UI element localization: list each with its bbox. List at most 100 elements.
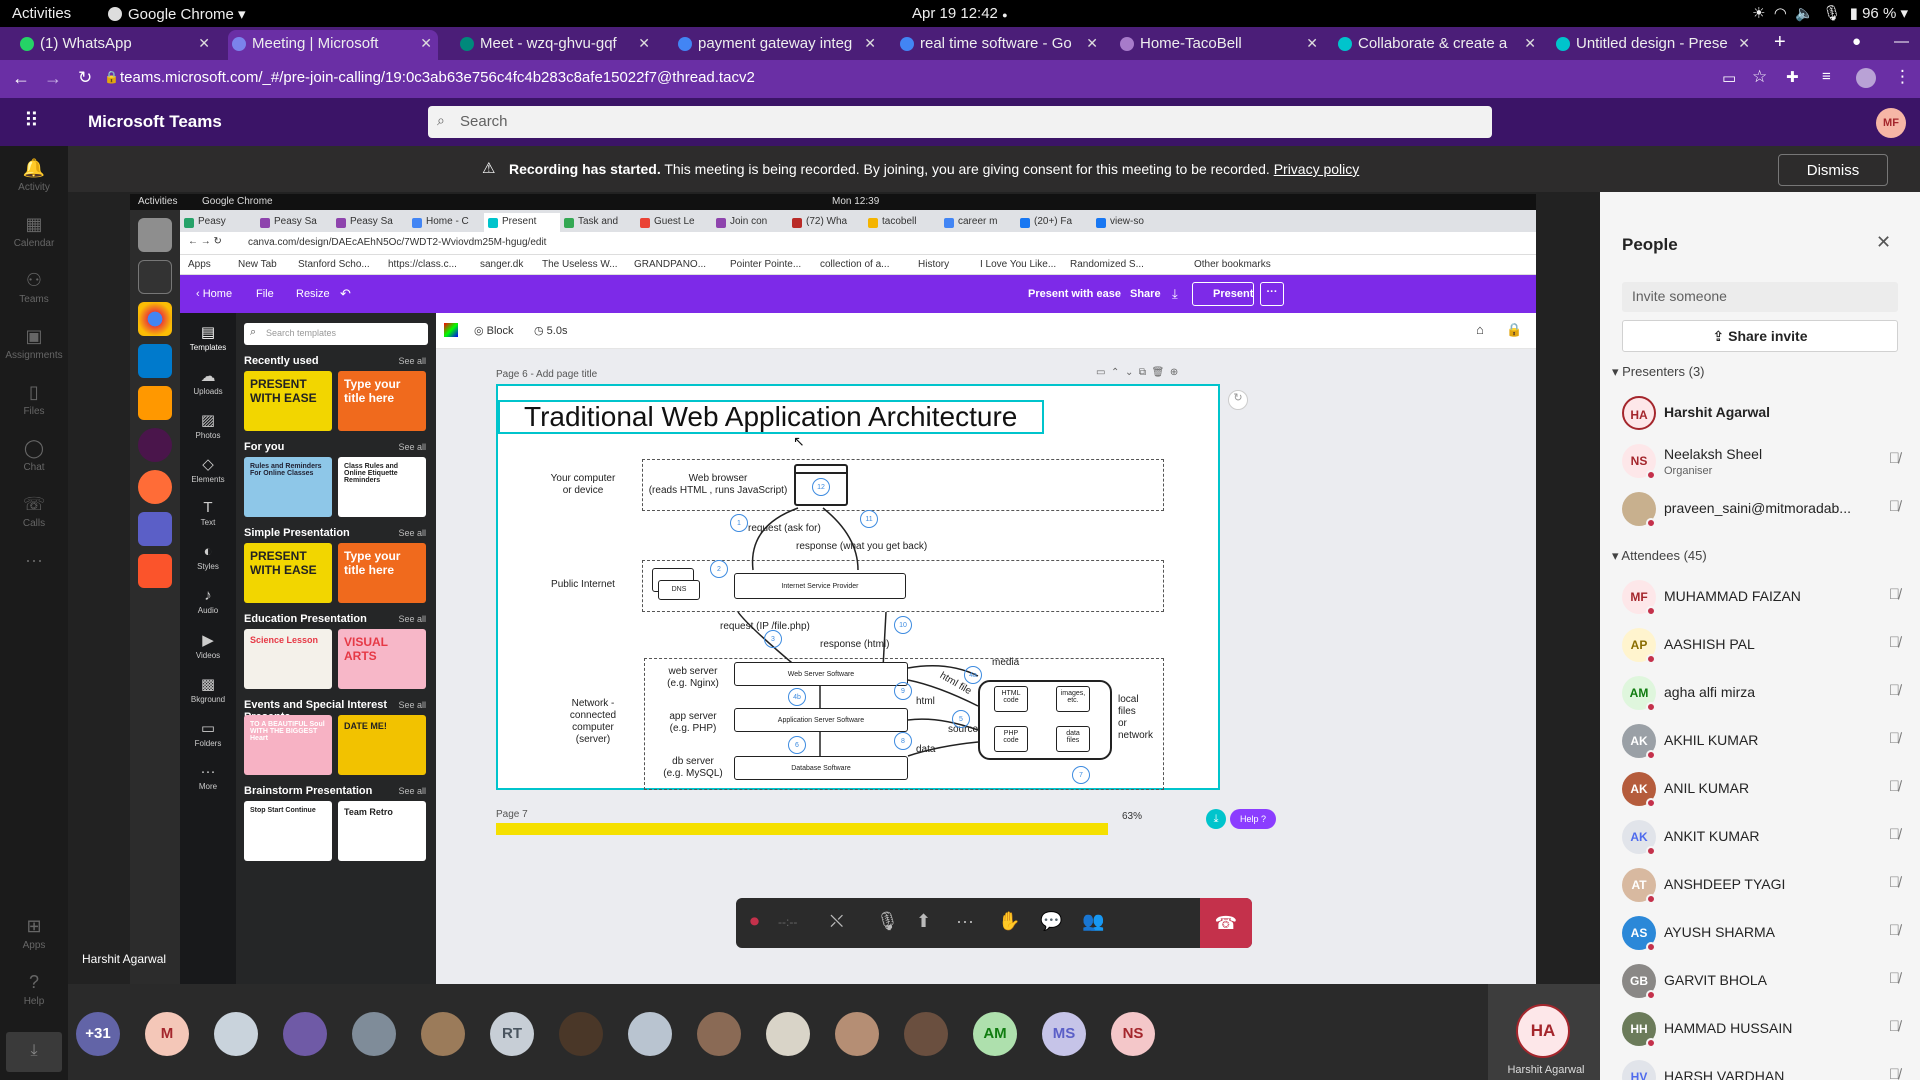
rail-apps[interactable]: ⊞ Apps bbox=[0, 916, 68, 951]
minimize-icon[interactable]: — bbox=[1894, 33, 1909, 50]
self-video-tile[interactable]: HA Harshit Agarwal bbox=[1488, 984, 1600, 1080]
participant-tile[interactable] bbox=[766, 1012, 810, 1056]
participant-tile[interactable] bbox=[559, 1012, 603, 1056]
share-invite-button[interactable]: ⇪ Share invite bbox=[1622, 320, 1898, 352]
participant-tile[interactable] bbox=[904, 1012, 948, 1056]
attendees-header[interactable]: ▾ Attendees (45) bbox=[1612, 548, 1707, 564]
participant-tile[interactable] bbox=[835, 1012, 879, 1056]
tab-search-icon[interactable]: ● bbox=[1852, 33, 1861, 50]
participant-row[interactable]: HA Harshit Agarwal bbox=[1600, 390, 1920, 438]
rail-teams[interactable]: ⚇ Teams bbox=[0, 270, 68, 305]
remote-nav-icons: ← → ↻ bbox=[188, 236, 222, 247]
rail-activity[interactable]: 🔔 Activity bbox=[0, 158, 68, 193]
menu-icon[interactable]: ⋮ bbox=[1894, 67, 1911, 87]
forward-icon[interactable]: → bbox=[44, 68, 62, 89]
tab-real-time-software[interactable]: real time software - Go ✕ bbox=[896, 30, 1104, 60]
search-input[interactable]: ⌕ Search bbox=[428, 106, 1492, 138]
tab-teams-meeting[interactable]: Meeting | Microsoft ✕ bbox=[228, 30, 438, 60]
participant-row[interactable]: AK ANIL KUMAR 🎙̸ bbox=[1600, 766, 1920, 814]
url-text[interactable]: teams.microsoft.com/_#/pre-join-calling/… bbox=[120, 69, 755, 86]
extensions-icon[interactable]: ✚ bbox=[1786, 68, 1799, 86]
app-menu[interactable]: Google Chrome ▾ bbox=[108, 5, 246, 23]
participant-tile[interactable]: AM bbox=[973, 1012, 1017, 1056]
close-icon[interactable]: ✕ bbox=[1738, 35, 1750, 52]
close-icon[interactable]: ✕ bbox=[1524, 35, 1536, 52]
invite-input[interactable]: Invite someone bbox=[1622, 282, 1898, 312]
close-icon[interactable]: ✕ bbox=[638, 35, 650, 52]
rail-more[interactable]: ··· bbox=[0, 550, 68, 574]
tab-tacobell[interactable]: Home-TacoBell ✕ bbox=[1116, 30, 1324, 60]
participant-row[interactable]: AK AKHIL KUMAR 🎙̸ bbox=[1600, 718, 1920, 766]
participant-row[interactable]: GB GARVIT BHOLA 🎙̸ bbox=[1600, 958, 1920, 1006]
app-launcher-icon[interactable]: ⠿ bbox=[24, 108, 39, 133]
tab-untitled-design[interactable]: Untitled design - Prese ✕ bbox=[1552, 30, 1756, 60]
profile-avatar[interactable] bbox=[1856, 68, 1876, 88]
close-icon[interactable]: ✕ bbox=[198, 35, 210, 52]
presenters-header[interactable]: ▾ Presenters (3) bbox=[1612, 364, 1705, 380]
dismiss-button[interactable]: Dismiss bbox=[1778, 154, 1888, 186]
media-icon[interactable]: ≡ bbox=[1822, 68, 1831, 85]
tab-meet[interactable]: Meet - wzq-ghvu-gqf ✕ bbox=[456, 30, 656, 60]
camera-icon[interactable]: ▭ bbox=[1722, 69, 1736, 87]
participant-row[interactable]: HV HARSH VARDHAN 🎙̸ bbox=[1600, 1054, 1920, 1080]
participants-icon[interactable]: 👥 bbox=[1082, 911, 1104, 932]
close-icon[interactable]: ✕ bbox=[864, 35, 876, 52]
bookmark-star-icon[interactable]: ☆ bbox=[1752, 67, 1767, 87]
participant-row[interactable]: MF MUHAMMAD FAIZAN 🎙̸ bbox=[1600, 574, 1920, 622]
teams-icon bbox=[138, 512, 172, 546]
request-arrow bbox=[751, 507, 799, 571]
participant-row[interactable]: AM agha alfi mirza 🎙̸ bbox=[1600, 670, 1920, 718]
clock[interactable]: Apr 19 12:42 ● bbox=[912, 5, 1008, 22]
participant-row[interactable]: praveen_saini@mitmoradab... 🎙̸ bbox=[1600, 486, 1920, 534]
participant-tile[interactable]: M bbox=[145, 1012, 189, 1056]
download-icon[interactable]: ⤓ bbox=[6, 1032, 62, 1072]
mic-off-icon[interactable]: 🎙 bbox=[876, 911, 899, 932]
participant-row[interactable]: AP AASHISH PAL 🎙̸ bbox=[1600, 622, 1920, 670]
participant-row[interactable]: AT ANSHDEEP TYAGI 🎙̸ bbox=[1600, 862, 1920, 910]
tab-collaborate[interactable]: Collaborate & create a ✕ bbox=[1334, 30, 1542, 60]
tab-whatsapp[interactable]: (1) WhatsApp ✕ bbox=[16, 30, 216, 60]
participant-tile[interactable] bbox=[697, 1012, 741, 1056]
camera-off-icon[interactable]: ⛌ bbox=[830, 911, 843, 932]
close-icon[interactable]: ✕ bbox=[1306, 35, 1318, 52]
system-tray[interactable]: ☀ ◠ 🔈 🎙 ▮ 96 % ▾ bbox=[1752, 4, 1908, 22]
rail-files[interactable]: ▯ Files bbox=[0, 382, 68, 417]
share-screen-icon[interactable]: ⬆ bbox=[916, 911, 931, 932]
rail-chat[interactable]: ◯ Chat bbox=[0, 438, 68, 473]
participant-tile[interactable]: RT bbox=[490, 1012, 534, 1056]
overflow-count[interactable]: +31 bbox=[76, 1012, 120, 1056]
user-avatar[interactable]: MF bbox=[1876, 108, 1906, 138]
more-actions-icon[interactable]: ··· bbox=[956, 911, 974, 932]
reload-icon[interactable]: ↻ bbox=[78, 68, 92, 88]
raise-hand-icon[interactable]: ✋ bbox=[998, 911, 1020, 932]
rail-calendar[interactable]: ▦ Calendar bbox=[0, 214, 68, 249]
close-icon[interactable]: ✕ bbox=[1876, 232, 1891, 253]
template-search-placeholder: Search templates bbox=[266, 328, 337, 338]
close-icon[interactable]: ✕ bbox=[1086, 35, 1098, 52]
participant-tile[interactable] bbox=[214, 1012, 258, 1056]
participant-tile[interactable]: NS bbox=[1111, 1012, 1155, 1056]
canva-present-ease: Present with ease bbox=[1028, 288, 1121, 300]
activities-button[interactable]: Activities bbox=[12, 5, 71, 22]
participant-tile[interactable] bbox=[352, 1012, 396, 1056]
rail-assignments[interactable]: ▣ Assignments bbox=[0, 326, 68, 361]
recording-icon[interactable]: ⏺ bbox=[750, 911, 759, 932]
rail-calls[interactable]: ☏ Calls bbox=[0, 494, 68, 529]
tab-payment-gateway[interactable]: payment gateway integ ✕ bbox=[674, 30, 882, 60]
participant-row[interactable]: HH HAMMAD HUSSAIN 🎙̸ bbox=[1600, 1006, 1920, 1054]
close-icon[interactable]: ✕ bbox=[420, 35, 432, 52]
new-tab-button[interactable]: + bbox=[1774, 31, 1786, 54]
chat-icon[interactable]: 💬 bbox=[1040, 911, 1062, 932]
back-icon[interactable]: ← bbox=[12, 68, 30, 89]
participant-row[interactable]: AK ANKIT KUMAR 🎙̸ bbox=[1600, 814, 1920, 862]
participant-row[interactable]: NS Neelaksh Sheel Organiser 🎙̸ bbox=[1600, 438, 1920, 486]
participant-tile[interactable]: MS bbox=[1042, 1012, 1086, 1056]
participant-tile[interactable] bbox=[628, 1012, 672, 1056]
participant-tile[interactable] bbox=[283, 1012, 327, 1056]
canva-rail-label: Bkground bbox=[190, 695, 226, 704]
rail-help[interactable]: ? Help bbox=[0, 972, 68, 1007]
privacy-policy-link[interactable]: Privacy policy bbox=[1274, 161, 1360, 177]
leave-call-icon[interactable]: ☎ bbox=[1200, 898, 1252, 948]
participant-row[interactable]: AS AYUSH SHARMA 🎙̸ bbox=[1600, 910, 1920, 958]
participant-tile[interactable] bbox=[421, 1012, 465, 1056]
